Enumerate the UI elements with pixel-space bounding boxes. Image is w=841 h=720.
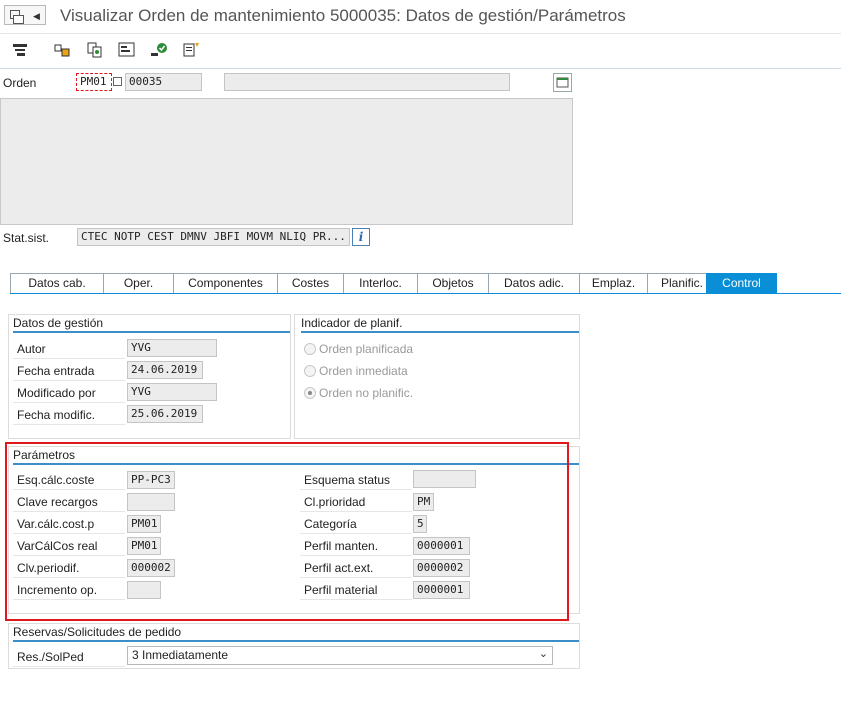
orden-label: Orden: [3, 76, 37, 90]
stat-sist-field[interactable]: CTEC NOTP CEST DMNV JBFI MOVM NLIQ PR...: [77, 228, 350, 246]
orden-no-planific-label: Orden no planific.: [319, 386, 414, 400]
row-separator: [13, 424, 125, 425]
tab-underline: [10, 293, 841, 294]
fecha-entrada-label: Fecha entrada: [17, 364, 95, 378]
menu-icon: [10, 10, 24, 24]
reservas-group: Reservas/Solicitudes de pedido Res./SolP…: [8, 623, 580, 669]
display-change-icon[interactable]: [10, 39, 32, 61]
application-toolbar: [0, 34, 841, 69]
description-text-area[interactable]: [0, 98, 573, 225]
radio-orden-planificada[interactable]: [304, 343, 316, 355]
tab-oper[interactable]: Oper.: [103, 273, 174, 293]
orden-number-field[interactable]: 00035: [125, 73, 202, 91]
res-solped-label: Res./SolPed: [17, 650, 84, 664]
tab-datos-adic[interactable]: Datos adic.: [488, 273, 580, 293]
chevron-down-icon: ⌄: [538, 648, 548, 660]
window-title: Visualizar Orden de mantenimiento 500003…: [60, 6, 626, 25]
structure-icon[interactable]: [116, 39, 138, 61]
group-title-line: [301, 331, 579, 333]
res-solped-value: 3 Inmediatamente: [132, 648, 229, 662]
orden-planificada-label: Orden planificada: [319, 342, 414, 356]
status-doc-icon[interactable]: [180, 39, 202, 61]
fecha-entrada-field[interactable]: 24.06.2019: [127, 361, 203, 379]
reservas-title: Reservas/Solicitudes de pedido: [13, 625, 182, 639]
release-icon[interactable]: [148, 39, 170, 61]
orden-text-field[interactable]: [224, 73, 510, 91]
modificado-por-label: Modificado por: [17, 386, 96, 400]
row-separator: [13, 358, 125, 359]
radio-orden-inmediata[interactable]: [304, 365, 316, 377]
tab-componentes[interactable]: Componentes: [173, 273, 278, 293]
autor-label: Autor: [17, 342, 46, 356]
radio-orden-no-planific[interactable]: [304, 387, 316, 399]
row-separator: [13, 380, 125, 381]
modificado-por-field[interactable]: YVG: [127, 383, 217, 401]
long-text-icon[interactable]: [553, 73, 572, 92]
partner-icon[interactable]: [52, 39, 74, 61]
tab-interloc[interactable]: Interloc.: [343, 273, 418, 293]
system-menu-button[interactable]: ◀: [4, 5, 46, 25]
tab-costes[interactable]: Costes: [277, 273, 344, 293]
autor-field[interactable]: YVG: [127, 339, 217, 357]
datos-gestion-title: Datos de gestión: [13, 316, 104, 330]
fecha-modific-label: Fecha modific.: [17, 408, 96, 422]
tab-control[interactable]: Control: [706, 273, 777, 293]
res-solped-select[interactable]: 3 Inmediatamente ⌄: [127, 646, 553, 665]
row-separator: [13, 402, 125, 403]
stat-sist-label: Stat.sist.: [3, 231, 50, 245]
tab-objetos[interactable]: Objetos: [417, 273, 489, 293]
expand-icon[interactable]: [113, 77, 122, 86]
title-bar: ◀ Visualizar Orden de mantenimiento 5000…: [0, 0, 841, 34]
row-separator: [13, 666, 125, 667]
tab-datos-cab[interactable]: Datos cab.: [10, 273, 104, 293]
indicador-planif-group: Indicador de planif. Orden planificada O…: [294, 314, 580, 439]
group-title-line: [13, 640, 579, 642]
indicador-planif-title: Indicador de planif.: [301, 316, 403, 330]
datos-gestion-group: Datos de gestión Autor YVG Fecha entrada…: [8, 314, 291, 439]
orden-type-field[interactable]: PM01: [76, 73, 112, 91]
copy-icon[interactable]: [84, 39, 106, 61]
dropdown-arrow-icon: ◀: [33, 11, 40, 21]
tab-emplaz[interactable]: Emplaz.: [579, 273, 648, 293]
group-title-line: [13, 331, 290, 333]
highlight-rectangle: [5, 442, 569, 621]
fecha-modific-field[interactable]: 25.06.2019: [127, 405, 203, 423]
info-icon[interactable]: i: [352, 228, 370, 246]
orden-inmediata-label: Orden inmediata: [319, 364, 408, 378]
